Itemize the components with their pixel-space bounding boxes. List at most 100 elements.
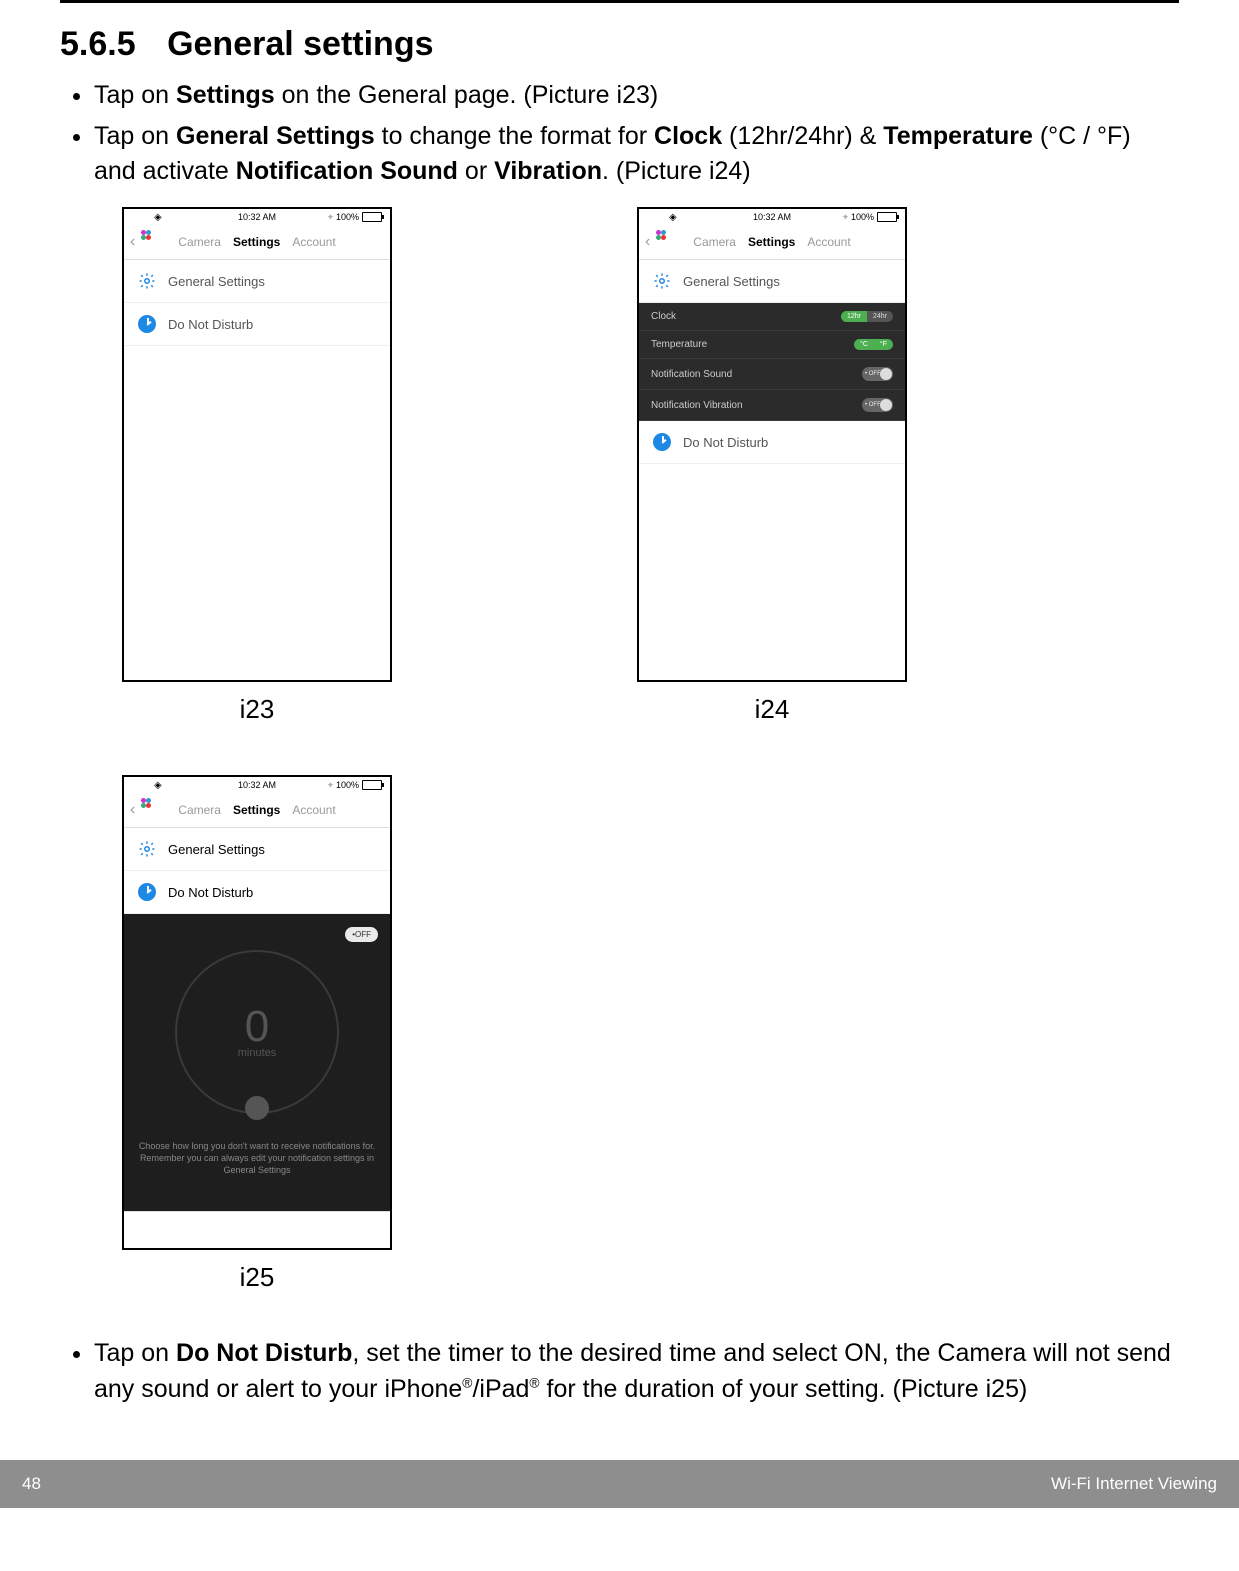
tab-camera[interactable]: Camera — [178, 235, 221, 249]
top-rule — [60, 0, 1179, 3]
bullet-3: Tap on Do Not Disturb, set the timer to … — [94, 1335, 1179, 1408]
caption-i24: i24 — [755, 694, 790, 725]
back-chevron-icon[interactable]: ‹ — [130, 801, 135, 819]
vibration-switch[interactable]: • OFF — [862, 398, 893, 412]
bullet-2: Tap on General Settings to change the fo… — [94, 119, 1179, 189]
tab-settings[interactable]: Settings — [748, 235, 795, 249]
app-logo-icon — [146, 803, 160, 817]
dnd-off-pill[interactable]: •OFF — [345, 927, 378, 942]
phone-frame-i24: ◈ 10:32 AM ⌖ 100% ‹ Camera Settings Acco… — [637, 207, 907, 682]
nav-tabs: Camera Settings Account — [178, 803, 335, 817]
clock-toggle[interactable]: 12hr 24hr — [841, 311, 893, 322]
setting-label: Notification Vibration — [651, 400, 743, 411]
dnd-off-pill-wrap: •OFF — [345, 924, 378, 942]
dnd-timer-dial[interactable]: 0 minutes — [175, 950, 339, 1114]
battery-percent: 100% — [851, 212, 874, 222]
screenshot-i25: ◈ 10:32 AM ⌖ 100% ‹ Camera Settings Acco… — [122, 775, 392, 1293]
bluetooth-icon: ⌖ — [328, 212, 333, 223]
row-label: General Settings — [168, 274, 265, 289]
tab-camera[interactable]: Camera — [178, 803, 221, 817]
wifi-icon: ◈ — [669, 212, 677, 223]
dial-knob[interactable] — [245, 1096, 269, 1120]
gear-icon — [138, 272, 156, 290]
battery-percent: 100% — [336, 212, 359, 222]
row-do-not-disturb[interactable]: Do Not Disturb — [124, 303, 390, 346]
empty-area — [639, 464, 905, 680]
setting-label: Notification Sound — [651, 369, 732, 380]
section-heading: 5.6.5 General settings — [60, 25, 1179, 64]
row-do-not-disturb[interactable]: Do Not Disturb — [639, 421, 905, 464]
nav-header: ‹ Camera Settings Account — [124, 225, 390, 260]
row-label: Do Not Disturb — [168, 317, 253, 332]
section-title: General settings — [167, 25, 433, 63]
dial-unit: minutes — [238, 1047, 277, 1059]
temperature-toggle[interactable]: °C °F — [854, 339, 893, 350]
tab-settings[interactable]: Settings — [233, 803, 280, 817]
nav-header: ‹ Camera Settings Account — [639, 225, 905, 260]
tab-account[interactable]: Account — [292, 235, 335, 249]
battery-percent: 100% — [336, 780, 359, 790]
section-number: 5.6.5 — [60, 25, 136, 63]
back-chevron-icon[interactable]: ‹ — [645, 233, 650, 251]
tab-settings[interactable]: Settings — [233, 235, 280, 249]
instruction-list-bottom: Tap on Do Not Disturb, set the timer to … — [60, 1335, 1179, 1408]
setting-notification-sound: Notification Sound • OFF — [639, 359, 905, 390]
bullet-1: Tap on Settings on the General page. (Pi… — [94, 78, 1179, 113]
gear-icon — [653, 272, 671, 290]
clock-icon — [138, 315, 156, 333]
row-label: Do Not Disturb — [683, 435, 768, 450]
screenshot-i24: ◈ 10:32 AM ⌖ 100% ‹ Camera Settings Acco… — [637, 207, 907, 725]
tab-camera[interactable]: Camera — [693, 235, 736, 249]
dnd-help-text: Choose how long you don't want to receiv… — [136, 1140, 378, 1176]
setting-label: Clock — [651, 311, 676, 322]
battery-icon — [362, 212, 382, 222]
setting-notification-vibration: Notification Vibration • OFF — [639, 390, 905, 421]
status-bar: ◈ 10:32 AM ⌖ 100% — [124, 777, 390, 793]
clock-icon — [138, 883, 156, 901]
screenshot-i23: ◈ 10:32 AM ⌖ 100% ‹ Camera Settings Acco… — [122, 207, 392, 725]
page-footer: 48 Wi-Fi Internet Viewing — [0, 1460, 1239, 1508]
row-do-not-disturb[interactable]: Do Not Disturb — [124, 871, 390, 914]
row-general-settings[interactable]: General Settings — [124, 260, 390, 303]
nav-tabs: Camera Settings Account — [693, 235, 850, 249]
setting-clock: Clock 12hr 24hr — [639, 303, 905, 331]
setting-temperature: Temperature °C °F — [639, 331, 905, 359]
row-label: General Settings — [683, 274, 780, 289]
screenshot-row-2: ◈ 10:32 AM ⌖ 100% ‹ Camera Settings Acco… — [122, 775, 1179, 1293]
footer-title: Wi-Fi Internet Viewing — [1051, 1474, 1217, 1494]
tab-account[interactable]: Account — [807, 235, 850, 249]
caption-i23: i23 — [240, 694, 275, 725]
row-label: General Settings — [168, 842, 265, 857]
row-general-settings[interactable]: General Settings — [124, 828, 390, 871]
caption-i25: i25 — [240, 1262, 275, 1293]
empty-area — [124, 346, 390, 680]
wifi-icon: ◈ — [154, 212, 162, 223]
tab-account[interactable]: Account — [292, 803, 335, 817]
battery-icon — [362, 780, 382, 790]
wifi-icon: ◈ — [154, 780, 162, 791]
back-chevron-icon[interactable]: ‹ — [130, 233, 135, 251]
phone-frame-i25: ◈ 10:32 AM ⌖ 100% ‹ Camera Settings Acco… — [122, 775, 392, 1250]
screenshot-row-1: ◈ 10:32 AM ⌖ 100% ‹ Camera Settings Acco… — [122, 207, 1179, 725]
status-bar: ◈ 10:32 AM ⌖ 100% — [124, 209, 390, 225]
app-logo-icon — [661, 235, 675, 249]
sound-switch[interactable]: • OFF — [862, 367, 893, 381]
general-settings-panel: Clock 12hr 24hr Temperature °C °F — [639, 303, 905, 421]
setting-label: Temperature — [651, 339, 707, 350]
nav-header: ‹ Camera Settings Account — [124, 793, 390, 828]
nav-tabs: Camera Settings Account — [178, 235, 335, 249]
bluetooth-icon: ⌖ — [328, 780, 333, 791]
status-time: 10:32 AM — [238, 212, 276, 222]
row-label: Do Not Disturb — [168, 885, 253, 900]
status-time: 10:32 AM — [238, 780, 276, 790]
page-number: 48 — [22, 1474, 41, 1494]
status-bar: ◈ 10:32 AM ⌖ 100% — [639, 209, 905, 225]
row-general-settings[interactable]: General Settings — [639, 260, 905, 303]
app-logo-icon — [146, 235, 160, 249]
status-time: 10:32 AM — [753, 212, 791, 222]
clock-icon — [653, 433, 671, 451]
dnd-panel: •OFF 0 minutes Choose how long you don't… — [124, 914, 390, 1211]
bluetooth-icon: ⌖ — [843, 212, 848, 223]
gear-icon — [138, 840, 156, 858]
dial-number: 0 — [245, 1005, 269, 1049]
